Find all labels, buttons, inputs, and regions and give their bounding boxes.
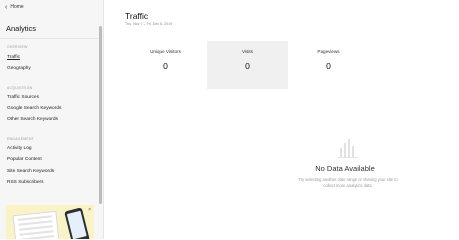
stat-value: 0 [163,61,168,71]
empty-state-title: No Data Available [315,164,375,173]
sidebar-scrollbar[interactable] [99,26,102,204]
sidebar-item-other-search-keywords[interactable]: Other Search Keywords [7,117,58,122]
promo-banner[interactable]: × [6,205,94,239]
stat-visits[interactable]: Visits 0 [207,41,288,89]
empty-state-message: Try selecting another date range or shar… [298,177,398,188]
sidebar-title: Analytics [6,24,37,33]
sidebar-item-traffic-sources[interactable]: Traffic Sources [7,95,39,100]
stat-value: 0 [326,61,331,71]
stat-label: Pageviews [317,49,340,54]
stat-pageviews[interactable]: Pageviews 0 [288,41,369,89]
sidebar-item-popular-content[interactable]: Popular Content [7,157,42,162]
stat-label: Unique Visitors [150,49,181,54]
sidebar-divider [0,38,98,39]
stat-label: Visits [242,49,253,54]
back-home-label: Home [10,4,24,10]
back-home-link[interactable]: ‹ Home [5,3,24,11]
sidebar: ‹ Home Analytics OVERVIEW Traffic Geogra… [0,0,104,239]
sidebar-item-site-search-keywords[interactable]: Site Search Keywords [7,169,54,174]
sidebar-item-activity-log[interactable]: Activity Log [7,146,32,151]
stat-value: 0 [245,61,250,71]
sidebar-item-rss-subscribers[interactable]: RSS Subscribers [7,180,44,185]
close-icon[interactable]: × [88,207,91,213]
sidebar-item-geography[interactable]: Geography [7,66,31,71]
sidebar-item-google-search-keywords[interactable]: Google Search Keywords [7,106,61,111]
date-range[interactable]: Thu, Nov 7 – Fri, Dec 6, 2019 [125,22,172,26]
main-content: Traffic Thu, Nov 7 – Fri, Dec 6, 2019 Un… [105,0,459,239]
section-label-engagement: ENGAGEMENT [7,137,35,141]
bar-chart-icon [338,139,358,158]
chevron-left-icon: ‹ [5,3,8,11]
promo-phone-illustration [64,207,90,239]
stat-unique-visitors[interactable]: Unique Visitors 0 [125,41,206,89]
promo-screen-illustration [12,210,60,239]
page-title: Traffic [125,11,149,21]
section-label-overview: OVERVIEW [7,45,28,49]
section-label-acquisition: ACQUISITION [7,86,33,90]
sidebar-item-traffic[interactable]: Traffic [7,55,20,60]
